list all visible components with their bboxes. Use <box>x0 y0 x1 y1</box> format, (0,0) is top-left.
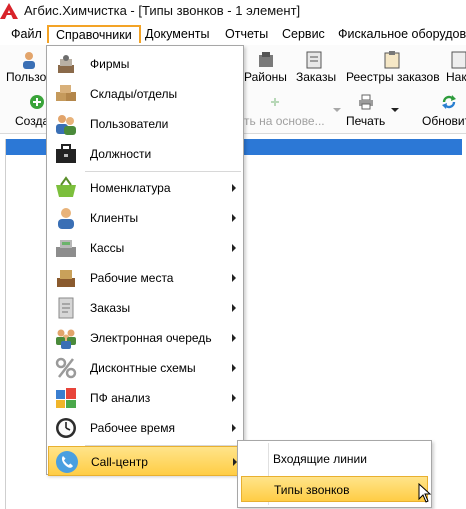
firms-icon <box>58 55 74 73</box>
menu-item-cash-registers[interactable]: Кассы <box>48 233 242 263</box>
submenu-item-incoming-lines[interactable]: Входящие линии <box>241 446 428 472</box>
menu-item-users[interactable]: Пользователи <box>48 109 242 139</box>
menu-item-working-time[interactable]: Рабочее время <box>48 413 242 443</box>
directories-dropdown-menu: Фирмы Склады/отделы Пользователи Должнос… <box>46 45 244 476</box>
menu-fiscal-equipment[interactable]: Фискальное оборудова <box>338 27 466 41</box>
ribbon-orders-button[interactable]: Заказы <box>296 70 336 84</box>
printer-icon <box>359 94 373 110</box>
menu-item-positions[interactable]: Должности <box>48 139 242 169</box>
menu-item-firms[interactable]: Фирмы <box>48 49 242 79</box>
menu-directories[interactable]: Справочники <box>47 25 141 43</box>
call-center-submenu: Входящие линии Типы звонков <box>237 440 432 508</box>
menu-item-pf-analysis[interactable]: ПФ анализ <box>48 383 242 413</box>
menu-reports[interactable]: Отчеты <box>225 27 268 41</box>
submenu-arrow-icon <box>232 424 236 432</box>
invoice-icon <box>451 51 466 69</box>
orders-icon <box>306 51 322 69</box>
ribbon-refresh-button[interactable]: Обновит <box>422 114 466 128</box>
print-dropdown-arrow-icon[interactable] <box>391 108 399 112</box>
warehouse-icon <box>56 85 76 101</box>
menu-item-label: Фирмы <box>90 57 130 71</box>
users-icon <box>23 52 35 69</box>
menu-item-clients[interactable]: Клиенты <box>48 203 242 233</box>
menu-item-label: Электронная очередь <box>90 331 212 345</box>
client-icon <box>58 208 74 229</box>
basket-icon <box>56 176 76 197</box>
menu-service[interactable]: Сервис <box>282 27 325 41</box>
window-title: Агбис.Химчистка - [Типы звонков - 1 элем… <box>24 3 301 18</box>
menu-item-discount-schemes[interactable]: Дисконтные схемы <box>48 353 242 383</box>
ribbon-create-based-on-button[interactable]: ть на основе... <box>244 114 325 128</box>
create-based-on-icon <box>271 98 279 106</box>
ribbon-districts-button[interactable]: Районы <box>244 70 287 84</box>
cash-register-icon <box>56 240 76 257</box>
submenu-arrow-icon <box>232 244 236 252</box>
menu-item-label: Номенклатура <box>90 181 171 195</box>
menu-item-warehouses[interactable]: Склады/отделы <box>48 79 242 109</box>
menu-item-call-center[interactable]: Call-центр <box>48 446 242 476</box>
menu-item-label: Склады/отделы <box>90 87 178 101</box>
submenu-arrow-icon <box>232 304 236 312</box>
menu-item-label: Рабочее время <box>90 421 175 435</box>
menu-bar: Файл Справочники Документы Отчеты Сервис… <box>0 22 466 45</box>
users-icon <box>56 115 76 135</box>
refresh-icon <box>442 95 456 109</box>
clock-icon <box>56 418 76 438</box>
menu-item-label: ПФ анализ <box>90 391 151 405</box>
ribbon-order-registry-button[interactable]: Реестры заказов <box>346 70 440 84</box>
ribbon-invoice-button[interactable]: Нак <box>446 70 466 84</box>
ribbon-print-button[interactable]: Печать <box>346 114 385 128</box>
submenu-item-call-types[interactable]: Типы звонков <box>241 476 428 502</box>
ribbon-create-button[interactable]: Созда <box>15 114 49 128</box>
orders-icon <box>58 297 74 319</box>
menu-item-nomenclature[interactable]: Номенклатура <box>48 173 242 203</box>
menu-item-label: Клиенты <box>90 211 139 225</box>
menu-item-label: Кассы <box>90 241 125 255</box>
menu-documents[interactable]: Документы <box>145 27 209 41</box>
menu-item-label: Должности <box>90 147 152 161</box>
submenu-arrow-icon <box>232 364 236 372</box>
workplace-icon <box>57 270 75 287</box>
menu-item-label: Пользователи <box>90 117 169 131</box>
submenu-arrow-icon <box>232 394 236 402</box>
menu-item-workplaces[interactable]: Рабочие места <box>48 263 242 293</box>
menu-item-label: Дисконтные схемы <box>90 361 196 375</box>
menu-file[interactable]: Файл <box>11 27 42 41</box>
queue-icon <box>56 329 76 349</box>
submenu-item-label: Входящие линии <box>273 452 367 466</box>
menu-item-electronic-queue[interactable]: Электронная очередь <box>48 323 242 353</box>
submenu-arrow-icon <box>232 214 236 222</box>
create-plus-icon <box>30 95 44 109</box>
title-bar: Агбис.Химчистка - [Типы звонков - 1 элем… <box>0 0 466 22</box>
submenu-arrow-icon <box>232 184 236 192</box>
submenu-item-label: Типы звонков <box>274 483 350 497</box>
submenu-arrow-icon <box>232 334 236 342</box>
create-based-on-dropdown-arrow-icon[interactable] <box>333 108 341 112</box>
agbis-logo-icon <box>0 3 18 19</box>
mouse-cursor-icon <box>418 483 432 503</box>
menu-item-label: Call-центр <box>91 455 148 469</box>
menu-item-label: Рабочие места <box>90 271 174 285</box>
order-registry-icon <box>384 51 400 69</box>
menu-item-label: Заказы <box>90 301 131 315</box>
percent-icon <box>55 357 77 379</box>
analysis-icon <box>56 388 76 408</box>
submenu-arrow-icon <box>232 274 236 282</box>
menu-separator <box>85 171 241 172</box>
briefcase-icon <box>56 144 76 163</box>
phone-icon <box>56 451 78 473</box>
ribbon-users-label[interactable]: Пользо <box>6 70 46 84</box>
districts-icon <box>259 52 273 67</box>
menu-item-orders[interactable]: Заказы <box>48 293 242 323</box>
